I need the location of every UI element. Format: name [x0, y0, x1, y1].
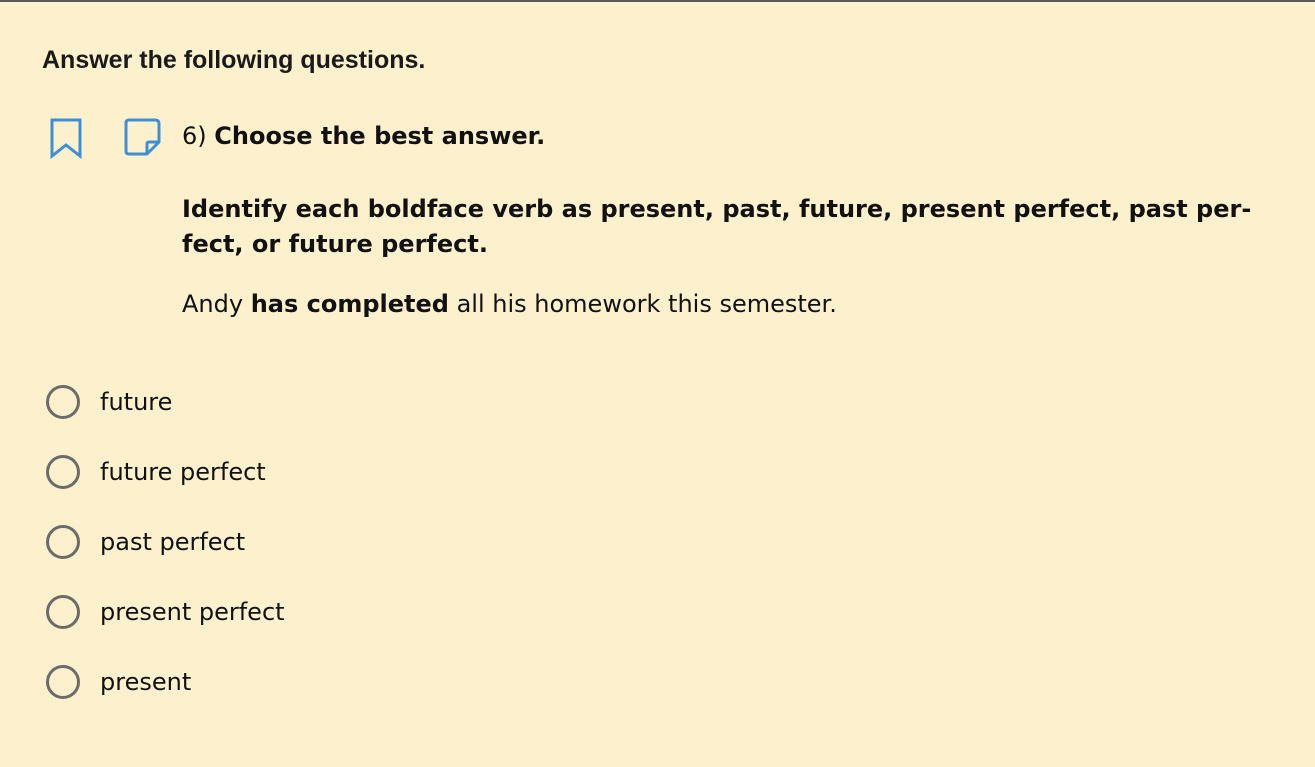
- answer-option-label: past perfect: [100, 528, 246, 556]
- sentence-after: all his homework this semester.: [448, 290, 837, 318]
- answer-option-label: present perfect: [100, 598, 285, 626]
- answer-option-label: future: [100, 388, 173, 416]
- radio-button[interactable]: [46, 665, 80, 699]
- answer-option-past-perfect[interactable]: past perfect: [46, 522, 285, 562]
- answer-option-present-perfect[interactable]: present perfect: [46, 592, 285, 632]
- radio-button[interactable]: [46, 595, 80, 629]
- question-sentence: Andy has completed all his homework this…: [182, 290, 837, 318]
- answer-options: future future perfect past perfect prese…: [46, 382, 285, 732]
- question-directions: Identify each boldface verb as present, …: [182, 192, 1297, 262]
- answer-option-label: future perfect: [100, 458, 266, 486]
- directions-line-2: fect, or future perfect.: [182, 230, 488, 258]
- sentence-before: Andy: [182, 290, 251, 318]
- radio-button[interactable]: [46, 385, 80, 419]
- question-header: 6) Choose the best answer.: [182, 122, 545, 150]
- radio-button[interactable]: [46, 455, 80, 489]
- directions-line-1: Identify each boldface verb as present, …: [182, 195, 1252, 223]
- answer-option-label: present: [100, 668, 192, 696]
- answer-option-future[interactable]: future: [46, 382, 285, 422]
- sentence-boldface-verb: has completed: [250, 290, 449, 318]
- answer-option-present[interactable]: present: [46, 662, 285, 702]
- instructions-heading: Answer the following questions.: [42, 46, 426, 74]
- answer-option-future-perfect[interactable]: future perfect: [46, 452, 285, 492]
- question-title: Choose the best answer.: [214, 122, 546, 150]
- bookmark-icon[interactable]: [50, 118, 84, 160]
- question-number: 6): [182, 122, 207, 150]
- radio-button[interactable]: [46, 525, 80, 559]
- note-icon[interactable]: [124, 118, 162, 158]
